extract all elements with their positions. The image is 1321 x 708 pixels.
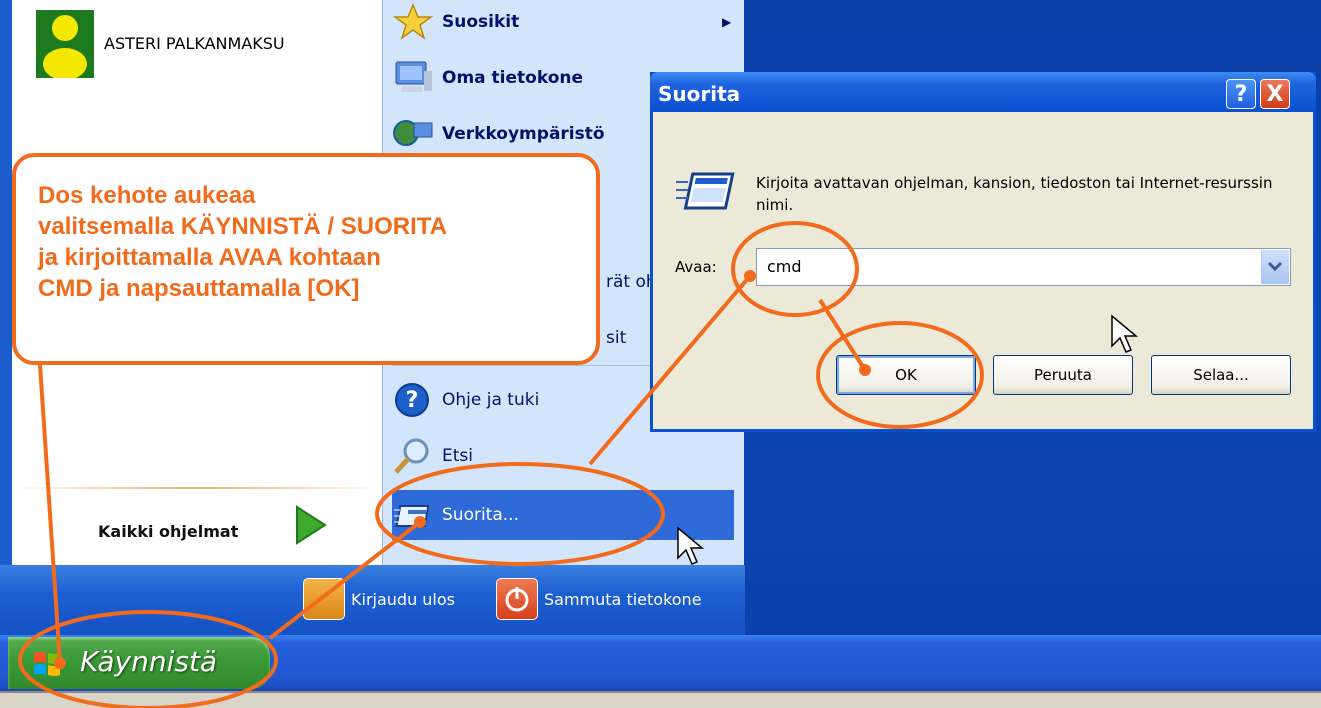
start-item-label: Etsi [442, 446, 473, 466]
computer-icon [392, 59, 434, 97]
pinned-item-asteri-label[interactable]: ASTERI PALKANMAKSU [104, 34, 285, 53]
close-icon: X [1266, 81, 1284, 107]
callout-line: valitsemalla KÄYNNISTÄ / SUORITA [38, 213, 447, 240]
run-dialog-prompt: Kirjoita avattavan ohjelman, kansion, ti… [756, 174, 1273, 214]
callout-line: Dos kehote aukeaa [38, 182, 256, 209]
start-item-my-computer[interactable]: Oma tietokone [392, 58, 583, 98]
shutdown-button[interactable]: Sammuta tietokone [496, 578, 702, 620]
asteri-app-icon[interactable] [36, 10, 94, 80]
logoff-label: Kirjaudu ulos [351, 589, 455, 609]
divider [12, 487, 382, 489]
help-icon: ? [1234, 81, 1248, 107]
dropdown-button[interactable] [1261, 250, 1289, 284]
callout-line: CMD ja napsauttamalla [OK] [38, 275, 360, 302]
run-icon [674, 168, 736, 214]
open-input[interactable]: cmd [756, 248, 1291, 286]
power-icon [496, 578, 538, 620]
start-button-label[interactable]: Käynnistä [80, 645, 217, 678]
help-icon: ? [392, 381, 434, 419]
start-item-label: Suosikit [442, 12, 520, 32]
run-icon [392, 496, 434, 534]
key-icon [303, 578, 345, 620]
start-item-partial[interactable]: sit [606, 318, 626, 358]
start-item-run[interactable]: Suorita... [392, 490, 734, 540]
run-dialog-titlebar[interactable] [650, 72, 1316, 112]
start-item-label: Oma tietokone [442, 68, 584, 88]
logoff-button[interactable]: Kirjaudu ulos [303, 578, 455, 620]
network-icon [392, 115, 434, 153]
shutdown-label: Sammuta tietokone [544, 589, 702, 609]
start-item-label: Ohje ja tuki [442, 390, 540, 410]
start-item-label: Verkkoympäristö [442, 124, 605, 144]
callout-line: ja kirjoittamalla AVAA kohtaan [38, 244, 381, 271]
close-button[interactable]: X [1260, 79, 1290, 109]
help-button[interactable]: ? [1226, 79, 1256, 109]
cancel-label: Peruuta [1034, 366, 1092, 384]
windows-logo-icon [34, 652, 60, 676]
star-icon [392, 3, 434, 41]
start-item-network[interactable]: Verkkoympäristö [392, 114, 605, 154]
start-item-label: sit [606, 328, 627, 348]
start-item-search[interactable]: Etsi [392, 436, 473, 476]
chevron-down-icon [1267, 261, 1283, 272]
start-item-help[interactable]: ? Ohje ja tuki [392, 380, 539, 420]
submenu-arrow-icon: ▶ [722, 15, 732, 29]
all-programs-label[interactable]: Kaikki ohjelmat [98, 522, 238, 541]
ok-button[interactable]: OK [836, 355, 976, 395]
start-item-favorites[interactable]: Suosikit ▶ [392, 2, 731, 42]
browse-button[interactable]: Selaa... [1151, 355, 1291, 395]
cancel-button[interactable]: Peruuta [993, 355, 1133, 395]
open-field-label: Avaa: [675, 258, 717, 276]
start-item-label: Suorita... [442, 505, 519, 525]
run-dialog-title: Suorita [658, 82, 741, 106]
browse-label: Selaa... [1193, 366, 1249, 384]
instruction-callout-text: Dos kehote aukeaa valitsemalla KÄYNNISTÄ… [38, 180, 593, 304]
taskbar-edge [0, 691, 1321, 708]
green-arrow-icon[interactable] [293, 505, 329, 545]
magnifier-icon [392, 437, 434, 475]
svg-text:?: ? [406, 388, 419, 413]
ok-label: OK [895, 366, 917, 384]
